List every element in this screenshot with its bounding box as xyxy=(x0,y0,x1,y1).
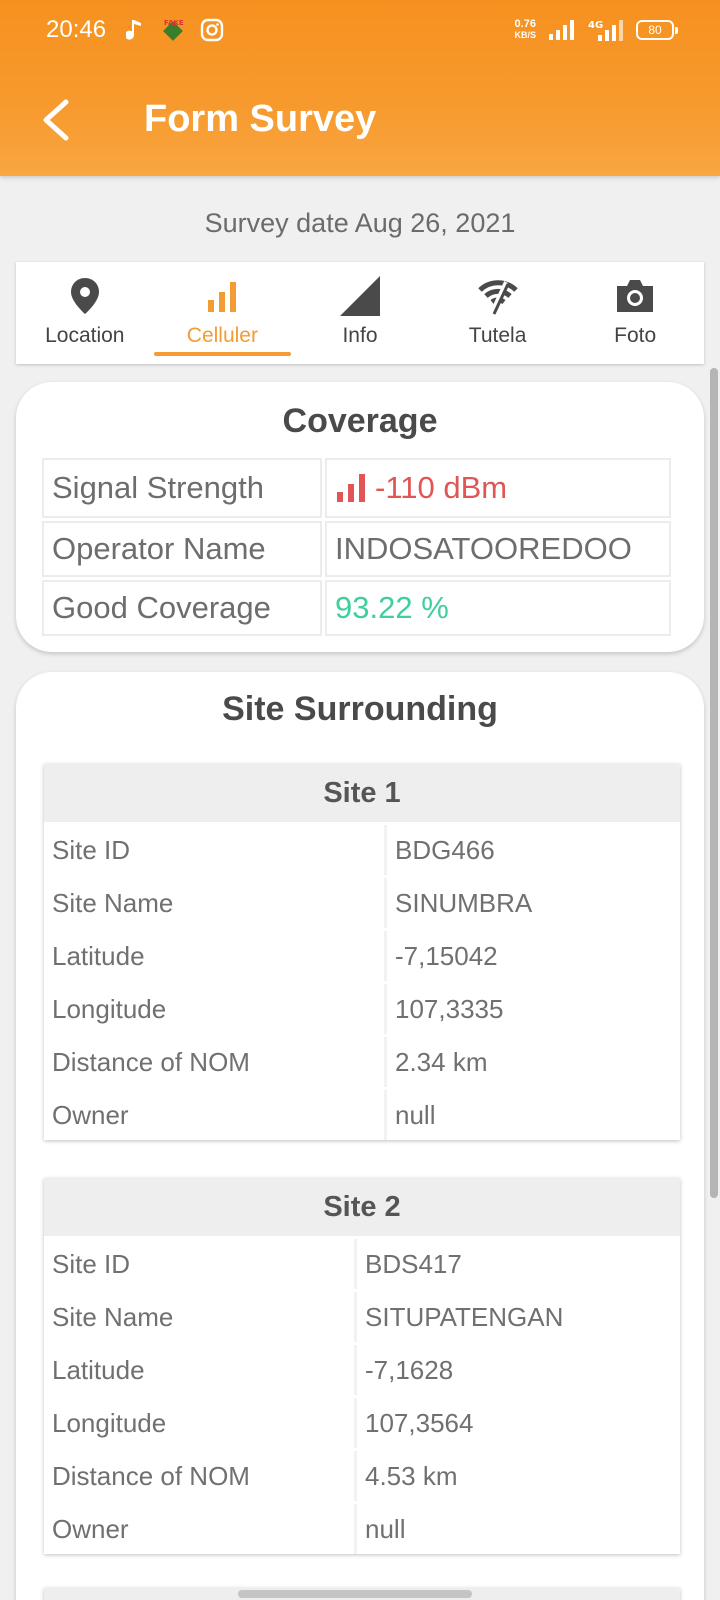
signal-strength-icon xyxy=(337,474,365,502)
site-surrounding-card: Site Surrounding Site 1 Site ID BDG466 Si… xyxy=(16,672,704,1600)
table-row: Longitude 107,3335 xyxy=(44,984,680,1034)
table-row: Latitude -7,1628 xyxy=(44,1345,680,1395)
table-row: Site Name SINUMBRA xyxy=(44,878,680,928)
tab-location[interactable]: Location xyxy=(16,262,154,364)
status-bar: 20:46 FAKE 0.76 KB/S 4G 80 xyxy=(0,0,720,64)
4g-signal-icon: 4G xyxy=(588,20,623,41)
site-1-table: Site 1 Site ID BDG466 Site Name SINUMBRA L… xyxy=(44,764,680,1140)
coverage-row: Signal Strength -110 dBm xyxy=(42,458,678,518)
scrollbar-thumb[interactable] xyxy=(710,368,718,1198)
app-bar: 20:46 FAKE 0.76 KB/S 4G 80 Form Survey xyxy=(0,0,720,176)
svg-text:FAKE: FAKE xyxy=(164,19,184,27)
music-note-icon xyxy=(126,20,141,40)
tab-celluler[interactable]: Celluler xyxy=(153,262,292,364)
table-row: Latitude -7,15042 xyxy=(44,931,680,981)
signal-bars-icon xyxy=(208,282,237,312)
battery-icon: 80 xyxy=(636,20,678,40)
coverage-card: Coverage Signal Strength -110 dBm Operat… xyxy=(16,382,704,652)
table-row: Site ID BDG466 xyxy=(44,825,680,875)
page-title: Form Survey xyxy=(144,98,377,140)
signal-strength-value: -110 dBm xyxy=(375,470,508,505)
wifi-slash-icon xyxy=(477,280,518,315)
tab-foto[interactable]: Foto xyxy=(566,262,704,364)
table-row: Owner null xyxy=(44,1504,680,1554)
tab-info[interactable]: Info xyxy=(291,262,429,364)
chevron-left-icon xyxy=(43,99,69,141)
status-time: 20:46 xyxy=(46,16,107,43)
coverage-row: Operator Name INDOSATOOREDOO xyxy=(42,521,678,577)
site-header: Site 2 xyxy=(44,1178,680,1236)
survey-date: Survey date Aug 26, 2021 xyxy=(204,208,516,238)
net-speed: 0.76 KB/S xyxy=(514,18,536,41)
table-row: Site Name SITUPATENGAN xyxy=(44,1292,680,1342)
site-header: Site 1 xyxy=(44,764,680,822)
fake-gps-icon: FAKE xyxy=(163,19,184,41)
tab-bar: Location Celluler Info Tutela Foto xyxy=(16,262,704,364)
table-row: Site ID BDS417 xyxy=(44,1239,680,1289)
operator-name-value: INDOSATOOREDOO xyxy=(325,521,671,577)
coverage-row: Good Coverage 93.22 % xyxy=(42,580,678,636)
table-row: Distance of NOM 4.53 km xyxy=(44,1451,680,1501)
good-coverage-value: 93.22 % xyxy=(325,580,671,636)
table-row: Longitude 107,3564 xyxy=(44,1398,680,1448)
signal-icon xyxy=(549,20,574,40)
camera-icon xyxy=(617,280,654,312)
gesture-handle[interactable] xyxy=(238,1590,472,1598)
table-row: Owner null xyxy=(44,1090,680,1140)
map-pin-icon xyxy=(70,278,99,314)
svg-text:4G: 4G xyxy=(588,20,603,31)
tab-tutela[interactable]: Tutela xyxy=(429,262,567,364)
coverage-table: Signal Strength -110 dBm Operator Name I… xyxy=(42,458,678,639)
site-2-table: Site 2 Site ID BDS417 Site Name SITUPATENG… xyxy=(44,1178,680,1554)
triangle-signal-icon xyxy=(339,276,380,316)
back-button[interactable] xyxy=(36,96,80,144)
coverage-title: Coverage xyxy=(282,402,438,440)
table-row: Distance of NOM 2.34 km xyxy=(44,1037,680,1087)
site-surrounding-title: Site Surrounding xyxy=(222,690,498,728)
instagram-icon xyxy=(200,18,224,42)
